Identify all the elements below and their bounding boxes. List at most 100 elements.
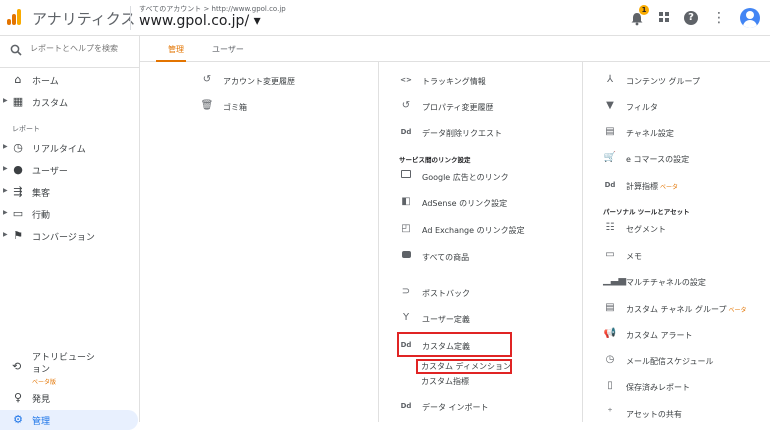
link-label: Ad Exchange のリンク設定 <box>422 226 525 235</box>
header-actions: 1 ? ⋮ <box>630 5 760 28</box>
link-label: アセットの共有 <box>626 410 682 419</box>
behavior-icon: ▭ <box>12 207 24 220</box>
link-label: AdSense のリンク設定 <box>422 199 508 208</box>
sidebar-item-label: 発見 <box>32 395 51 405</box>
lightbulb-icon: ♀ <box>13 391 23 404</box>
search-input[interactable] <box>30 44 135 53</box>
sidebar-item-label: 行動 <box>32 211 51 221</box>
link-label: 計算指標 ベータ <box>626 181 678 192</box>
sidebar-item-users[interactable]: ▶ ● ユーザー <box>0 160 140 180</box>
app-name[interactable]: アナリティクス <box>32 8 135 29</box>
link-label: e コマースの設定 <box>626 155 690 164</box>
admin-tabs: 管理 ユーザー <box>140 36 770 62</box>
notifications-button[interactable]: 1 <box>630 5 649 26</box>
beta-badge: ベータ <box>660 184 679 191</box>
ad-exchange-icon: ◰ <box>401 223 411 234</box>
sidebar-item-label: 集客 <box>32 189 51 199</box>
link-label: データ削除リクエスト <box>422 129 502 138</box>
sidebar-item-realtime[interactable]: ▶ ◷ リアルタイム <box>0 138 140 158</box>
sidebar-item-behavior[interactable]: ▶ ▭ 行動 <box>0 204 140 224</box>
link-label: トラッキング情報 <box>422 77 486 86</box>
sidebar-item-label: アトリビューション <box>32 353 95 375</box>
home-icon: ⌂ <box>14 73 22 86</box>
property-selector[interactable]: www.gpol.co.jp/ ▾ <box>139 13 261 29</box>
sidebar-item-label: 管理 <box>32 417 51 427</box>
segment-icon: ☷ <box>605 222 615 233</box>
left-nav: ⌂ ホーム ▶ ▦ カスタム レポート ▶ ◷ リアルタイム ▶ ● ユーザー … <box>0 36 140 430</box>
megaphone-icon: 📢 <box>603 328 617 339</box>
active-tab-indicator <box>156 60 186 62</box>
sidebar-item-discover[interactable]: ♀ 発見 <box>0 388 140 408</box>
expand-arrow-icon: ▶ <box>3 165 8 172</box>
account-column: ↺ アカウント変更履歴 🗑 ゴミ箱 <box>200 62 365 422</box>
expand-arrow-icon: ▶ <box>3 97 8 104</box>
trash-icon: 🗑 <box>200 100 214 111</box>
share-person-icon: ⁺ <box>607 407 613 418</box>
document-icon: ▯ <box>607 380 613 391</box>
sidebar-item-conversions[interactable]: ▶ ⚑ コンバージョン <box>0 226 140 246</box>
property-column: <> トラッキング情報 ↺ プロパティ変更履歴 Dd データ削除リクエスト サー… <box>397 62 569 422</box>
notification-badge: 1 <box>639 5 649 15</box>
product-linking-heading: サービス間のリンク設定 <box>399 156 471 164</box>
link-label: マルチチャネルの設定 <box>626 278 706 287</box>
sidebar-item-attribution[interactable]: ⟲ アトリビューション ベータ版 <box>0 348 140 388</box>
acquisition-icon: ⇶ <box>13 185 23 198</box>
sidebar-item-custom[interactable]: ▶ ▦ カスタム <box>0 92 140 112</box>
link-label: メモ <box>626 252 642 261</box>
link-label: 保存済みレポート <box>626 383 690 392</box>
expand-arrow-icon: ▶ <box>3 231 8 238</box>
gear-icon: ⚙ <box>13 413 23 426</box>
dd-icon: Dd <box>604 181 616 189</box>
help-icon[interactable]: ? <box>684 11 698 25</box>
search-icon <box>10 44 22 59</box>
channel-icon: ▤ <box>605 126 615 137</box>
postback-icon: ⊃ <box>401 286 411 297</box>
sidebar-item-home[interactable]: ⌂ ホーム <box>0 70 140 90</box>
link-label: ポストバック <box>422 289 470 298</box>
bar-chart-icon: ▁▃▅ <box>603 275 627 286</box>
apps-grid-icon[interactable] <box>658 11 670 26</box>
clock-icon: ◷ <box>13 141 23 154</box>
schedule-icon: ◷ <box>605 354 615 365</box>
header-divider <box>130 6 131 30</box>
personal-tools-heading: パーソナル ツールとアセット <box>603 208 690 216</box>
column-divider <box>378 62 379 422</box>
column-divider <box>582 62 583 422</box>
flag-icon: ⚑ <box>13 229 23 242</box>
link-label: カスタム チャネル グループ ベータ <box>626 304 747 315</box>
beta-badge: ベータ版 <box>32 379 57 386</box>
report-search[interactable] <box>0 36 140 68</box>
sidebar-item-admin[interactable]: ⚙ 管理 <box>0 410 138 430</box>
dd-icon: Dd <box>400 128 412 136</box>
cart-icon: 🛒 <box>603 152 617 163</box>
link-label: ユーザー定義 <box>422 315 470 324</box>
analytics-logo-icon[interactable] <box>7 9 23 25</box>
google-ads-icon <box>399 170 413 181</box>
tab-admin[interactable]: 管理 <box>168 44 184 55</box>
filter-icon: ▼ <box>606 100 614 111</box>
link-label: データ インポート <box>422 403 489 412</box>
sidebar-item-label: リアルタイム <box>32 145 86 155</box>
sidebar-item-acquisition[interactable]: ▶ ⇶ 集客 <box>0 182 140 202</box>
sidebar-item-label: カスタム <box>32 99 69 109</box>
view-column: ⅄ コンテンツ グループ ▼ フィルタ ▤ チャネル設定 🛒 e コマースの設定… <box>603 62 763 422</box>
link-text: 計算指標 <box>626 182 658 191</box>
account-avatar[interactable] <box>740 8 760 28</box>
link-text: カスタム チャネル グループ <box>626 305 727 314</box>
history-icon: ↺ <box>202 74 212 85</box>
sidebar-item-label: コンバージョン <box>32 233 95 243</box>
highlight-custom-dimensions <box>416 359 512 374</box>
link-label: すべての商品 <box>422 253 470 262</box>
history-icon: ↺ <box>401 100 411 111</box>
audience-icon: Y <box>402 312 410 323</box>
beta-badge: ベータ <box>728 307 747 314</box>
sidebar-item-label: ユーザー <box>32 167 68 177</box>
reports-section-label: レポート <box>12 125 40 133</box>
more-vert-icon[interactable]: ⋮ <box>712 10 726 26</box>
link-label: チャネル設定 <box>626 129 674 138</box>
code-icon: <> <box>400 76 412 84</box>
link-label: アカウント変更履歴 <box>223 77 295 86</box>
link-label: Google 広告とのリンク <box>422 173 509 182</box>
tab-user[interactable]: ユーザー <box>212 44 244 55</box>
top-app-bar: アナリティクス すべてのアカウント > http://www.gpol.co.j… <box>0 0 770 36</box>
